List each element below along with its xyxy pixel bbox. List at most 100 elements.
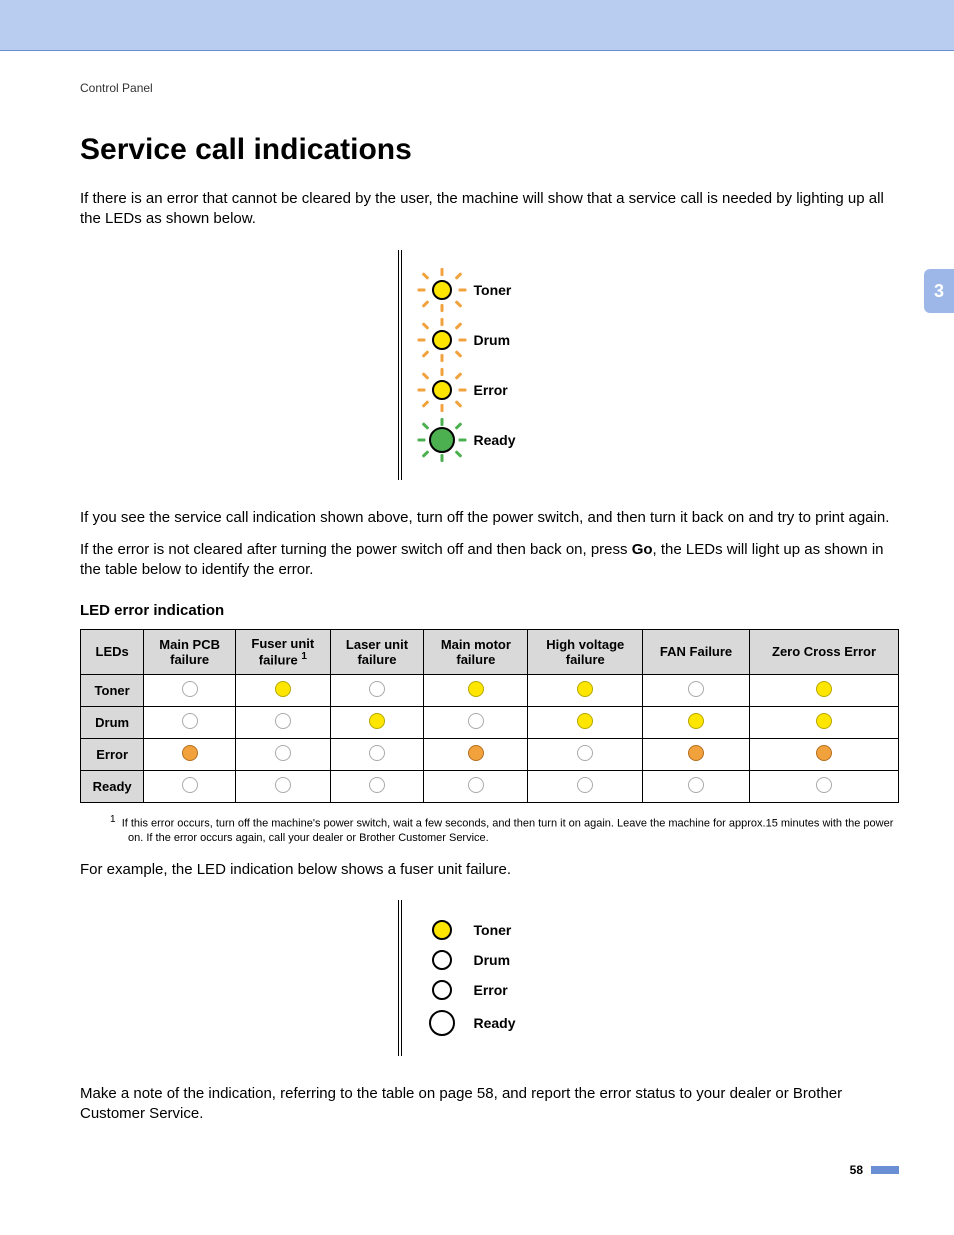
led-dot-icon xyxy=(688,713,704,729)
table-cell xyxy=(750,738,899,770)
table-cell xyxy=(144,706,236,738)
led-flash-icon xyxy=(422,270,462,310)
table-cell xyxy=(330,770,424,802)
led-dot-icon xyxy=(816,681,832,697)
led-flash-icon xyxy=(422,420,462,460)
table-header: Zero Cross Error xyxy=(750,630,899,674)
led-row: Toner xyxy=(422,920,582,940)
table-cell xyxy=(330,674,424,706)
table-row-header: Toner xyxy=(81,674,144,706)
table-cell xyxy=(528,770,643,802)
table-cell xyxy=(643,770,750,802)
table-cell xyxy=(528,738,643,770)
footnote-text: If this error occurs, turn off the machi… xyxy=(122,817,894,844)
table-header: Main PCBfailure xyxy=(144,630,236,674)
page-content: Control Panel 3 Service call indications… xyxy=(0,51,954,1177)
page-title: Service call indications xyxy=(80,133,899,167)
page-number: 58 xyxy=(850,1163,863,1177)
led-dot-icon xyxy=(468,681,484,697)
led-dot-icon xyxy=(369,713,385,729)
table-cell xyxy=(424,770,528,802)
table-cell xyxy=(750,706,899,738)
table-cell xyxy=(144,738,236,770)
led-dot-icon xyxy=(816,713,832,729)
led-dot-icon xyxy=(688,777,704,793)
led-dot-icon xyxy=(468,713,484,729)
table-cell xyxy=(330,738,424,770)
table-cell xyxy=(236,738,331,770)
led-dot-icon xyxy=(468,777,484,793)
led-dot-icon xyxy=(275,681,291,697)
led-dot-icon xyxy=(369,681,385,697)
led-dot-icon xyxy=(688,745,704,761)
table-cell xyxy=(643,674,750,706)
page-number-bar-icon xyxy=(871,1166,899,1174)
led-label: Ready xyxy=(474,432,516,448)
breadcrumb: Control Panel xyxy=(80,81,899,95)
chapter-tab: 3 xyxy=(924,269,954,313)
table-cell xyxy=(236,674,331,706)
paragraph-3: If the error is not cleared after turnin… xyxy=(80,540,899,581)
table-cell xyxy=(424,674,528,706)
table-cell xyxy=(330,706,424,738)
led-dot-icon xyxy=(275,713,291,729)
led-dot-icon xyxy=(182,681,198,697)
top-bar xyxy=(0,0,954,51)
led-dot-icon xyxy=(577,745,593,761)
table-header: Fuser unitfailure 1 xyxy=(236,630,331,674)
table-cell xyxy=(144,770,236,802)
led-row: Error xyxy=(422,370,582,410)
led-dot-icon xyxy=(577,713,593,729)
led-icon xyxy=(432,330,452,350)
led-label: Error xyxy=(474,982,508,998)
table-cell xyxy=(643,706,750,738)
led-label: Error xyxy=(474,382,508,398)
table-header: FAN Failure xyxy=(643,630,750,674)
table-cell xyxy=(236,770,331,802)
table-cell xyxy=(750,674,899,706)
led-row: Error xyxy=(422,980,582,1000)
led-flash-icon xyxy=(422,370,462,410)
led-dot-icon xyxy=(816,777,832,793)
table-header: High voltagefailure xyxy=(528,630,643,674)
led-flash-icon xyxy=(422,320,462,360)
table-row-header: Error xyxy=(81,738,144,770)
led-dot-icon xyxy=(182,777,198,793)
led-dot-icon xyxy=(275,745,291,761)
table-header: Laser unitfailure xyxy=(330,630,424,674)
led-panel-service-call: Toner Drum Error Ready xyxy=(398,250,582,480)
paragraph-2: If you see the service call indication s… xyxy=(80,508,899,528)
footnote-1: 1 If this error occurs, turn off the mac… xyxy=(110,813,899,846)
intro-paragraph-1: If there is an error that cannot be clea… xyxy=(80,189,899,230)
page-number-wrap: 58 xyxy=(850,1163,899,1177)
led-dot-icon xyxy=(369,777,385,793)
led-dot-icon xyxy=(468,745,484,761)
table-cell xyxy=(144,674,236,706)
led-row: Ready xyxy=(422,420,582,460)
led-label: Drum xyxy=(474,332,511,348)
led-dot-icon xyxy=(182,713,198,729)
table-cell xyxy=(236,706,331,738)
table-cell xyxy=(424,738,528,770)
led-dot-icon xyxy=(816,745,832,761)
led-dot-icon xyxy=(577,681,593,697)
table-cell xyxy=(750,770,899,802)
led-row: Toner xyxy=(422,270,582,310)
led-panel-fuser-example: Toner Drum Error Ready xyxy=(398,900,582,1056)
led-error-table: LEDsMain PCBfailureFuser unitfailure 1La… xyxy=(80,629,899,802)
led-label: Drum xyxy=(474,952,511,968)
led-row: Ready xyxy=(422,1010,582,1036)
table-cell xyxy=(643,738,750,770)
paragraph-4: For example, the LED indication below sh… xyxy=(80,860,899,880)
led-label: Toner xyxy=(474,282,512,298)
led-label: Toner xyxy=(474,922,512,938)
led-icon xyxy=(429,1010,455,1036)
table-header: LEDs xyxy=(81,630,144,674)
paragraph-5: Make a note of the indication, referring… xyxy=(80,1084,899,1125)
table-cell xyxy=(424,706,528,738)
led-row: Drum xyxy=(422,320,582,360)
led-row: Drum xyxy=(422,950,582,970)
table-cell xyxy=(528,674,643,706)
led-icon xyxy=(432,950,452,970)
led-icon xyxy=(432,380,452,400)
